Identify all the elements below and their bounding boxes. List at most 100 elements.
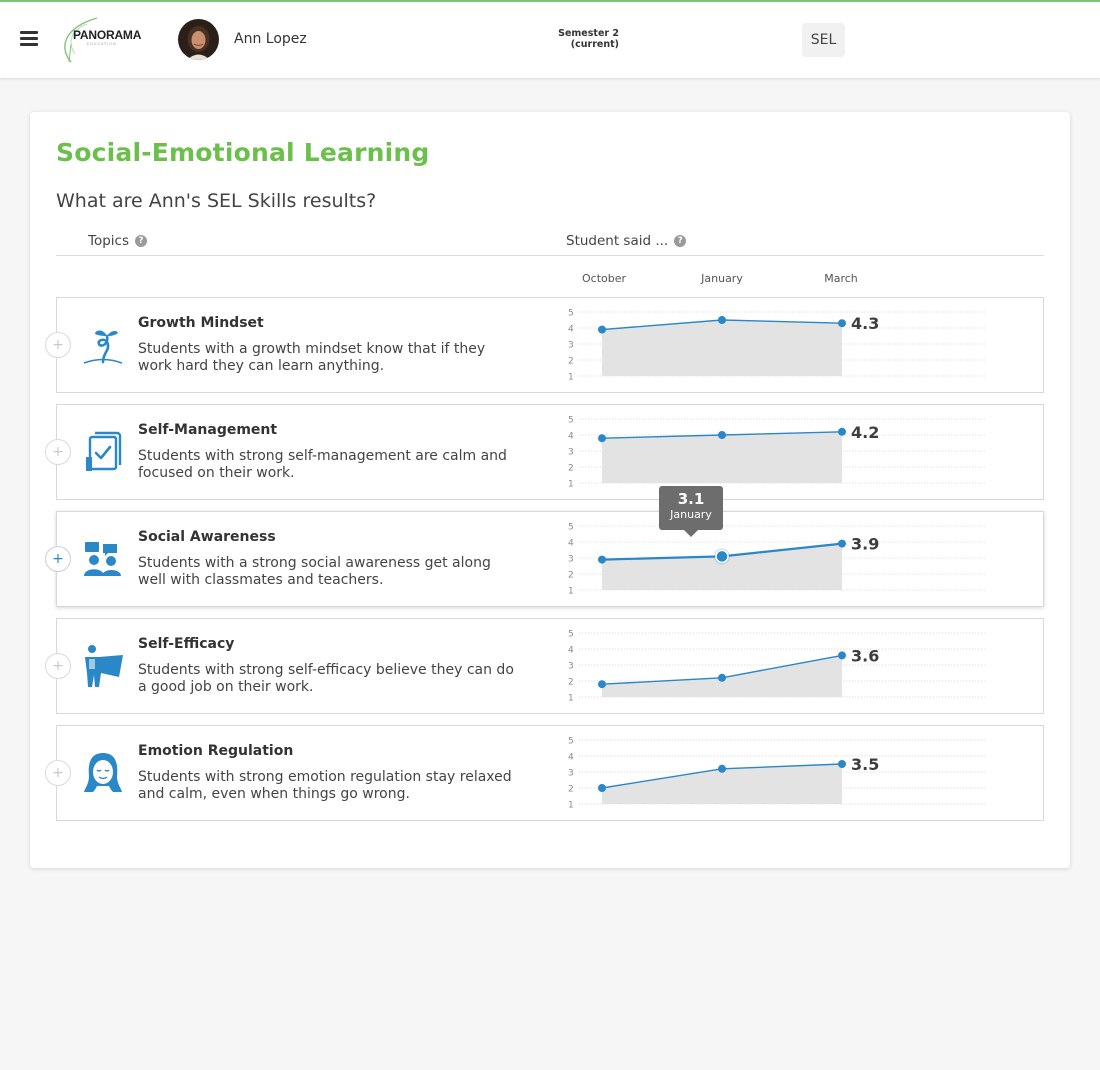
topic-name: Self-Management: [138, 422, 278, 438]
data-point: [598, 784, 606, 792]
checklist-document-icon: [86, 431, 122, 471]
topic-row-emotion-regulation[interactable]: + Emotion Regulation Students with stron…: [45, 725, 1044, 821]
absences-badge[interactable]: 5: [674, 23, 708, 57]
trend-chart[interactable]: 1 2 3 4 5 3.5: [561, 733, 1001, 819]
behavior-badge[interactable]: 0: [719, 23, 754, 57]
score-label: 3.6: [851, 646, 879, 665]
topics-help-icon[interactable]: ?: [135, 235, 147, 247]
topic-name: Self-Efficacy: [138, 636, 235, 652]
y-tick-label: 3: [568, 769, 574, 779]
y-tick-label: 5: [568, 309, 574, 319]
data-point: [838, 760, 846, 768]
semester-name: Semester 2: [558, 28, 619, 39]
expand-button[interactable]: +: [45, 439, 71, 465]
topics-column-header: Topics ?: [88, 233, 147, 249]
y-tick-label: 2: [568, 464, 574, 474]
data-point: [838, 427, 846, 436]
interventions-badge[interactable]: 5: [764, 23, 799, 57]
student-said-column-label: Student said ...: [566, 233, 669, 249]
y-tick-label: 5: [568, 630, 574, 640]
data-point: [718, 316, 726, 324]
trend-chart[interactable]: 1 2 3 4 5 4.2: [561, 412, 1001, 498]
data-point: [718, 431, 726, 439]
data-point: [598, 555, 606, 564]
score-label: 3.5: [851, 755, 879, 774]
y-tick-label: 1: [568, 373, 574, 383]
topic-description: Students with strong self-efficacy belie…: [138, 662, 514, 695]
avatar[interactable]: [178, 19, 219, 60]
score-label: 4.2: [851, 423, 879, 442]
topic-row-social-awareness[interactable]: + Social Awareness Students with a stron…: [45, 511, 1044, 607]
y-tick-label: 2: [568, 571, 574, 581]
data-point-highlighted: [715, 549, 729, 564]
student-said-column-header: Student said ... ?: [566, 233, 687, 249]
people-speech-icon: [84, 542, 121, 576]
student-said-help-icon[interactable]: ?: [674, 235, 687, 247]
data-point: [598, 680, 606, 689]
y-tick-label: 3: [568, 555, 574, 565]
trend-chart[interactable]: 1 2 3 4 5 3.6: [561, 626, 1001, 712]
trend-chart[interactable]: 1 2 3 4 5 4.3: [561, 305, 1001, 391]
tab-sel-label: SEL: [810, 32, 837, 48]
topic-row-self-efficacy[interactable]: + Self-Efficacy Students with strong sel…: [45, 618, 1044, 714]
calm-face-icon: [84, 753, 122, 792]
grades-badge[interactable]: Fx4: [629, 23, 664, 57]
trend-chart[interactable]: 1 2 3 4 5 3.9: [561, 519, 1001, 605]
logo-wordmark: PANORAMA: [73, 28, 142, 42]
menu-icon[interactable]: [20, 31, 38, 46]
section-question: What are Ann's SEL Skills results?: [56, 190, 377, 212]
topic-name: Social Awareness: [138, 529, 276, 545]
topic-name: Growth Mindset: [138, 315, 264, 331]
topic-name: Emotion Regulation: [138, 743, 294, 759]
expand-button[interactable]: +: [45, 332, 71, 358]
series-area: [602, 431, 842, 483]
data-point: [598, 434, 606, 443]
expand-button[interactable]: +: [45, 653, 71, 679]
y-tick-label: 5: [568, 416, 574, 426]
sprout-icon: [83, 330, 123, 364]
score-label: 3.9: [851, 535, 879, 554]
data-point: [718, 673, 726, 682]
data-point: [838, 539, 846, 548]
logo-subtext: EDUCATION: [87, 42, 117, 46]
expand-button[interactable]: +: [45, 760, 71, 786]
y-tick-label: 1: [568, 694, 574, 704]
score-label: 4.3: [851, 314, 879, 333]
sel-results-card: Social-Emotional Learning What are Ann's…: [30, 112, 1070, 868]
topic-description: Students with strong emotion regulation …: [138, 769, 512, 802]
y-tick-label: 4: [568, 646, 574, 656]
tooltip-value: 3.1: [677, 490, 705, 508]
y-tick-label: 4: [568, 325, 574, 335]
semester-status: (current): [570, 39, 619, 50]
y-tick-label: 4: [568, 539, 574, 549]
data-point: [838, 651, 846, 660]
top-navigation-bar: PANORAMA EDUCATION Ann Lopez Semester 2 …: [0, 0, 1100, 78]
user-name: Ann Lopez: [234, 31, 307, 47]
series-area: [602, 320, 842, 376]
y-tick-label: 1: [568, 587, 574, 597]
y-tick-label: 5: [568, 737, 574, 747]
topic-row-self-management[interactable]: + Self-Management Students with strong s…: [45, 404, 1044, 500]
y-tick-label: 2: [568, 357, 574, 367]
tooltip-month: January: [670, 508, 712, 521]
chart-tooltip: 3.1 January: [659, 486, 723, 537]
panorama-logo[interactable]: PANORAMA EDUCATION: [57, 14, 147, 64]
data-point: [838, 319, 846, 328]
y-tick-label: 4: [568, 432, 574, 442]
month-label-january: January: [701, 272, 743, 285]
semester-label[interactable]: Semester 2 (current): [540, 28, 619, 50]
topic-description: Students with a growth mindset know that…: [138, 341, 486, 374]
tab-sel[interactable]: SEL: [802, 23, 845, 57]
y-tick-label: 3: [568, 448, 574, 458]
y-tick-label: 2: [568, 678, 574, 688]
y-tick-label: 1: [568, 801, 574, 811]
topic-row-growth-mindset[interactable]: + Growth Mindset Students with a growth …: [45, 297, 1044, 393]
month-label-march: March: [824, 272, 858, 285]
absences-badge-label: 5: [687, 33, 695, 47]
topic-description: Students with a strong social awareness …: [138, 555, 491, 588]
page-title: Social-Emotional Learning: [56, 138, 430, 167]
expand-button[interactable]: +: [45, 546, 71, 572]
grades-badge-label: Fx4: [635, 33, 658, 47]
topics-column-label: Topics: [88, 233, 129, 249]
superhero-icon: [85, 645, 123, 687]
